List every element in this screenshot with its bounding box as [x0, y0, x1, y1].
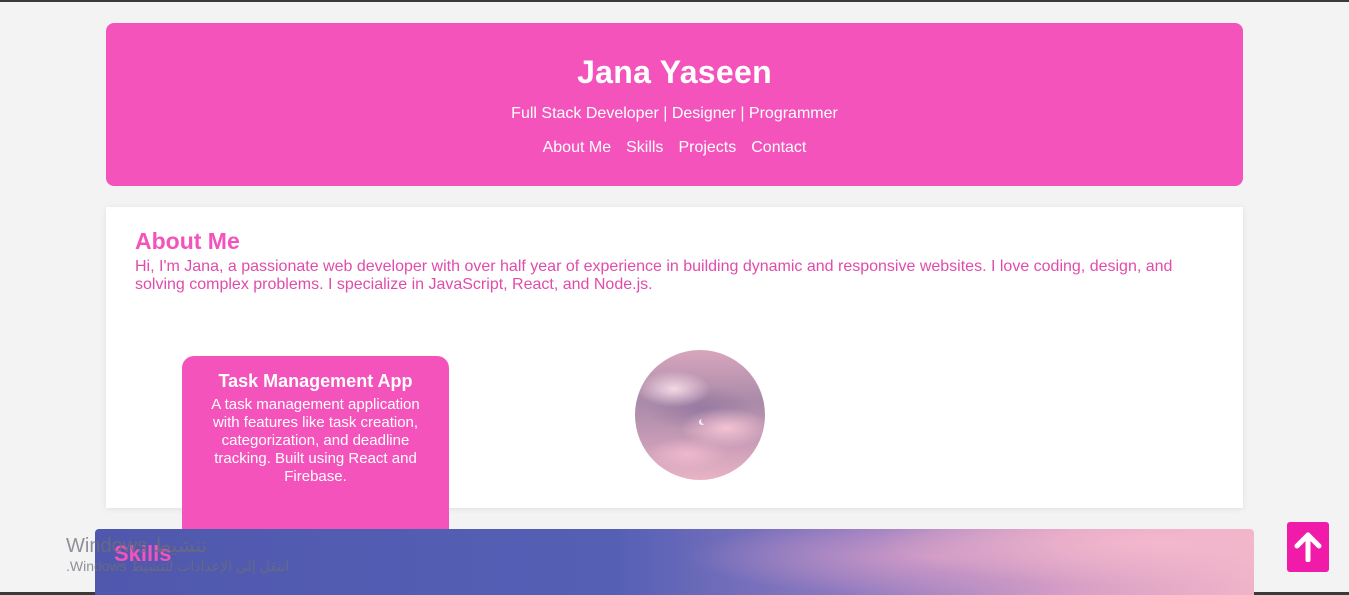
site-header: Jana Yaseen Full Stack Developer | Desig… — [106, 23, 1243, 186]
main-nav: About Me Skills Projects Contact — [106, 139, 1243, 157]
watermark-title: تنشيط Windows — [66, 535, 208, 557]
about-heading: About Me — [135, 228, 240, 254]
site-tagline: Full Stack Developer | Designer | Progra… — [511, 105, 838, 122]
nav-link-projects[interactable]: Projects — [678, 139, 736, 157]
nav-link-about[interactable]: About Me — [543, 139, 611, 157]
project-description: A task management application with featu… — [211, 396, 420, 485]
back-to-top-button[interactable] — [1287, 522, 1329, 572]
nav-link-contact[interactable]: Contact — [751, 139, 806, 157]
about-text: Hi, I'm Jana, a passionate web developer… — [135, 258, 1173, 293]
windows-activation-watermark: تنشيط Windows انتقل إلى الإعدادات لتنشيط… — [66, 534, 306, 574]
watermark-subtitle: انتقل إلى الإعدادات لتنشيط Windows. — [66, 558, 290, 574]
site-title: Jana Yaseen — [577, 54, 772, 90]
arrow-up-icon — [1294, 532, 1322, 562]
moon-icon — [701, 418, 707, 424]
project-card[interactable]: Task Management App A task management ap… — [182, 356, 449, 546]
nav-link-skills[interactable]: Skills — [626, 139, 663, 157]
project-title: Task Management App — [218, 371, 413, 391]
profile-avatar — [635, 350, 765, 480]
